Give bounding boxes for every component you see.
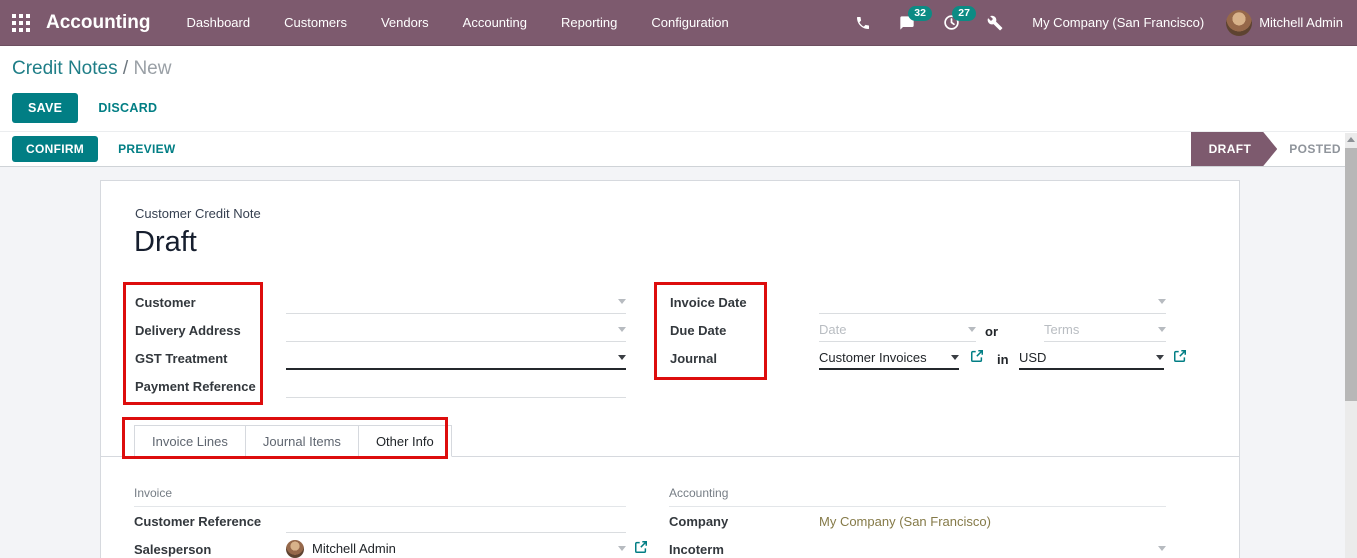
- breadcrumb-credit-notes[interactable]: Credit Notes: [12, 58, 118, 79]
- apps-grid-icon[interactable]: [12, 13, 30, 32]
- nav-right: 32 27 My Company (San Francisco) Mitchel…: [852, 5, 1343, 36]
- caret-down-icon: [1158, 327, 1166, 332]
- preview-button[interactable]: PREVIEW: [118, 142, 175, 156]
- credit-note-form: Customer Credit Note Draft Customer Deli…: [100, 180, 1240, 558]
- customer-reference-label: Customer Reference: [134, 514, 262, 529]
- caret-down-icon: [1158, 546, 1166, 551]
- nav-item-reporting[interactable]: Reporting: [559, 11, 619, 34]
- gst-treatment-label: GST Treatment: [135, 351, 228, 366]
- company-label: Company: [669, 514, 729, 529]
- nav-item-dashboard[interactable]: Dashboard: [185, 11, 253, 34]
- gst-treatment-select[interactable]: [286, 346, 626, 370]
- customer-label: Customer: [135, 295, 196, 310]
- scrollbar-thumb[interactable]: [1345, 148, 1357, 401]
- due-date-input[interactable]: Date: [819, 318, 976, 342]
- nav-item-accounting[interactable]: Accounting: [461, 11, 529, 34]
- caret-down-icon: [618, 327, 626, 332]
- journal-external-link-icon[interactable]: [970, 349, 984, 363]
- delivery-address-input[interactable]: [286, 318, 626, 342]
- nav-item-vendors[interactable]: Vendors: [379, 11, 431, 34]
- save-button[interactable]: SAVE: [12, 93, 79, 123]
- caret-down-icon: [618, 546, 626, 551]
- vertical-scrollbar[interactable]: [1345, 133, 1357, 558]
- confirm-button[interactable]: CONFIRM: [12, 136, 99, 162]
- company-value[interactable]: My Company (San Francisco): [819, 514, 991, 529]
- journal-label: Journal: [670, 351, 717, 366]
- journal-select[interactable]: Customer Invoices: [819, 346, 959, 370]
- caret-down-icon: [618, 354, 626, 360]
- in-label: in: [997, 352, 1009, 367]
- doc-type-label: Customer Credit Note: [135, 206, 261, 221]
- journal-value: Customer Invoices: [819, 349, 927, 365]
- currency-value: USD: [1019, 349, 1047, 365]
- tools-icon[interactable]: [984, 13, 1006, 33]
- company-switcher[interactable]: My Company (San Francisco): [1032, 15, 1204, 30]
- salesperson-external-link-icon[interactable]: [634, 540, 648, 554]
- payment-reference-label: Payment Reference: [135, 379, 256, 394]
- screen: Accounting Dashboard Customers Vendors A…: [0, 0, 1357, 558]
- activities-count-badge: 27: [952, 5, 976, 22]
- tab-invoice-lines[interactable]: Invoice Lines: [134, 425, 246, 457]
- discard-button[interactable]: DISCARD: [98, 101, 157, 115]
- state-draft[interactable]: DRAFT: [1191, 132, 1278, 166]
- notebook-tabs: Invoice Lines Journal Items Other Info: [134, 425, 452, 457]
- invoice-date-label: Invoice Date: [670, 295, 747, 310]
- messages-icon[interactable]: 32: [896, 5, 932, 33]
- currency-select[interactable]: USD: [1019, 346, 1164, 370]
- payment-reference-input[interactable]: [286, 374, 626, 398]
- messages-count-badge: 32: [908, 5, 932, 22]
- customer-reference-input[interactable]: [286, 509, 626, 533]
- invoice-section-title: Invoice: [134, 486, 626, 507]
- user-name: Mitchell Admin: [1259, 15, 1343, 30]
- user-avatar: [1226, 9, 1253, 36]
- breadcrumb-separator: /: [122, 58, 129, 79]
- doc-title: Draft: [134, 226, 197, 258]
- breadcrumb-current: New: [133, 58, 172, 79]
- activities-icon[interactable]: 27: [940, 5, 976, 33]
- salesperson-avatar: [286, 539, 304, 558]
- or-label: or: [985, 324, 998, 339]
- nav-item-customers[interactable]: Customers: [282, 11, 349, 34]
- caret-down-icon: [951, 354, 959, 360]
- state-group: DRAFT POSTED: [1191, 132, 1341, 166]
- salesperson-input[interactable]: Mitchell Admin: [286, 537, 626, 558]
- incoterm-label: Incoterm: [669, 542, 724, 557]
- caret-down-icon: [618, 299, 626, 304]
- salesperson-value: Mitchell Admin: [312, 541, 396, 556]
- caret-down-icon: [968, 327, 976, 332]
- invoice-date-input[interactable]: [819, 290, 1166, 314]
- salesperson-label: Salesperson: [134, 542, 212, 557]
- due-date-label: Due Date: [670, 323, 727, 338]
- phone-icon[interactable]: [852, 13, 874, 33]
- main-menu: Dashboard Customers Vendors Accounting R…: [185, 11, 731, 34]
- content-area: Customer Credit Note Draft Customer Deli…: [0, 167, 1357, 558]
- control-panel: Credit Notes / New SAVE DISCARD: [0, 46, 1357, 131]
- currency-external-link-icon[interactable]: [1173, 349, 1187, 363]
- top-nav: Accounting Dashboard Customers Vendors A…: [0, 0, 1357, 46]
- tab-other-info[interactable]: Other Info: [357, 425, 452, 457]
- tab-journal-items[interactable]: Journal Items: [244, 425, 359, 457]
- customer-input[interactable]: [286, 290, 626, 314]
- terms-placeholder: Terms: [1044, 322, 1080, 337]
- app-name[interactable]: Accounting: [46, 12, 151, 34]
- scrollbar-up-icon[interactable]: [1347, 137, 1355, 142]
- due-date-placeholder: Date: [819, 322, 847, 337]
- delivery-address-label: Delivery Address: [135, 323, 241, 338]
- form-statusbar: CONFIRM PREVIEW DRAFT POSTED: [0, 131, 1357, 167]
- user-menu[interactable]: Mitchell Admin: [1226, 9, 1343, 36]
- nav-item-configuration[interactable]: Configuration: [649, 11, 730, 34]
- incoterm-input[interactable]: [819, 537, 1166, 558]
- payment-terms-input[interactable]: Terms: [1044, 318, 1166, 342]
- caret-down-icon: [1158, 299, 1166, 304]
- control-panel-buttons: SAVE DISCARD: [12, 93, 1343, 123]
- state-posted[interactable]: POSTED: [1289, 142, 1341, 156]
- breadcrumb: Credit Notes / New: [12, 58, 1343, 80]
- caret-down-icon: [1156, 354, 1164, 360]
- accounting-section-title: Accounting: [669, 486, 1166, 507]
